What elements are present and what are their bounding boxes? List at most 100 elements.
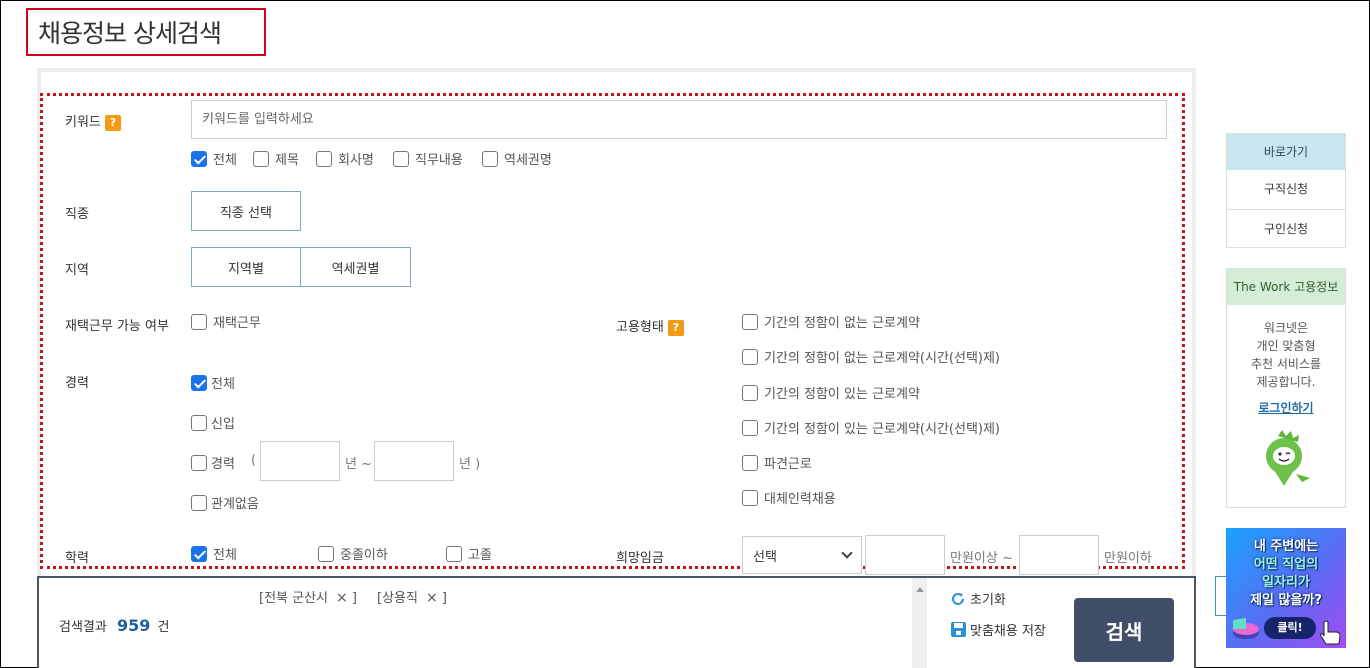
filter-tag-end: ] — [351, 591, 357, 606]
career-any-checkbox[interactable]: 관계없음 — [191, 493, 259, 512]
employment-label-text: 고용형태 — [616, 320, 664, 335]
shortcut-box: 바로가기 구직신청 구인신청 — [1226, 133, 1346, 248]
career-years-from-input[interactable] — [260, 441, 340, 481]
pointer-hand-icon — [1320, 620, 1341, 645]
filter-tag-label: [전북 군산시 — [259, 591, 329, 606]
checkbox-icon — [742, 348, 758, 365]
scope-title-checkbox[interactable]: 제목 — [253, 149, 316, 168]
career-years-to-input[interactable] — [374, 441, 454, 481]
checkbox-icon — [482, 150, 498, 167]
filter-tag-label: [상용직 — [377, 591, 418, 606]
job-type-select-button[interactable]: 직종 선택 — [191, 191, 301, 231]
job-type-label: 직종 — [65, 207, 89, 222]
checkbox-checked-icon — [191, 374, 207, 391]
scope-label: 전체 — [213, 153, 237, 168]
scope-company-checkbox[interactable]: 회사명 — [316, 149, 393, 168]
ad-click-button[interactable]: 클릭! — [1264, 617, 1316, 639]
result-count-value: 959 — [116, 616, 151, 635]
keyword-input[interactable] — [191, 100, 1167, 139]
checkbox-checked-icon — [191, 545, 207, 562]
checkbox-icon — [742, 489, 758, 506]
career-all-checkbox[interactable]: 전체 — [191, 373, 235, 392]
shortcut-employer-link[interactable]: 구인신청 — [1227, 209, 1345, 248]
thework-line: 개인 맞춤형 — [1256, 339, 1316, 353]
checkbox-checked-icon — [191, 150, 207, 167]
page-title-box: 채용정보 상세검색 — [26, 8, 266, 56]
checkbox-icon — [742, 384, 758, 401]
education-middle-checkbox[interactable]: 중졸이하 — [318, 544, 388, 563]
checkbox-icon — [253, 150, 269, 167]
scope-label: 회사명 — [338, 153, 374, 168]
pie-chart-icon — [1233, 618, 1259, 639]
employment-option-label: 대체인력채용 — [764, 492, 836, 507]
page-title: 채용정보 상세검색 — [38, 19, 222, 48]
scope-label: 역세권명 — [504, 153, 552, 168]
checkbox-icon — [191, 313, 207, 330]
education-option-label: 고졸 — [468, 548, 492, 563]
scope-station-checkbox[interactable]: 역세권명 — [482, 149, 552, 168]
checkbox-icon — [742, 454, 758, 471]
checkbox-icon — [191, 454, 207, 471]
thework-line: 제공합니다. — [1256, 375, 1316, 389]
salary-max-unit: 만원이하 — [1104, 551, 1152, 566]
checkbox-icon — [742, 419, 758, 436]
thework-title: The Work 고용정보 — [1227, 269, 1345, 305]
employment-option-checkbox[interactable]: 대체인력채용 — [742, 488, 836, 507]
employment-option-checkbox[interactable]: 기간의 정함이 없는 근로계약(시간(선택)제) — [742, 347, 1000, 366]
career-experienced-checkbox[interactable]: 경력 — [191, 453, 235, 472]
salary-max-input[interactable] — [1019, 535, 1099, 575]
employment-option-label: 기간의 정함이 없는 근로계약(시간(선택)제) — [764, 351, 1001, 366]
floating-tab-edge — [1215, 576, 1226, 616]
employment-option-label: 기간의 정함이 있는 근로계약 — [764, 387, 920, 402]
career-option-label: 신입 — [211, 417, 235, 432]
filter-tag: [상용직 × ] — [377, 587, 447, 606]
checkbox-icon — [318, 545, 334, 562]
login-link[interactable]: 로그인하기 — [1227, 399, 1345, 416]
remote-checkbox[interactable]: 재택근무 — [191, 312, 261, 331]
employment-option-checkbox[interactable]: 파견근로 — [742, 453, 812, 472]
filter-tag-end: ] — [441, 591, 447, 606]
remove-tag-icon[interactable]: × — [426, 590, 438, 606]
checkbox-icon — [446, 545, 462, 562]
employment-option-label: 파견근로 — [764, 457, 812, 472]
checkbox-icon — [191, 414, 207, 431]
checkbox-icon — [393, 150, 409, 167]
result-count-label: 검색결과 — [59, 620, 107, 635]
scroll-up-arrow-icon[interactable] — [916, 587, 924, 592]
employment-option-checkbox[interactable]: 기간의 정함이 없는 근로계약 — [742, 312, 920, 331]
remove-tag-icon[interactable]: × — [336, 590, 348, 606]
career-to-unit: 년 ) — [459, 457, 481, 472]
career-option-label: 경력 — [211, 457, 235, 472]
scope-duty-checkbox[interactable]: 직무내용 — [393, 149, 482, 168]
employment-option-label: 기간의 정함이 있는 근로계약(시간(선택)제) — [764, 422, 1001, 437]
employment-option-checkbox[interactable]: 기간의 정함이 있는 근로계약(시간(선택)제) — [742, 418, 1000, 437]
education-label: 학력 — [65, 551, 89, 566]
education-option-label: 중졸이하 — [340, 548, 388, 563]
remote-option-label: 재택근무 — [213, 316, 261, 331]
chevron-down-icon — [841, 547, 853, 559]
keyword-label-text: 키워드 — [65, 115, 101, 130]
shortcut-job-seeker-link[interactable]: 구직신청 — [1227, 170, 1345, 209]
education-all-checkbox[interactable]: 전체 — [191, 544, 237, 563]
keyword-scope-group: 전체 제목 회사명 직무내용 역세권명 — [191, 149, 552, 168]
career-range-open: ( — [251, 453, 257, 468]
search-button[interactable]: 검색 — [1074, 598, 1174, 662]
save-custom-search-button[interactable]: 맞춤채용 저장 — [951, 620, 1046, 639]
ad-banner[interactable]: 내 주변에는 어떤 직업의 일자리가 제일 많을까? 클릭! — [1226, 528, 1346, 648]
thework-line: 워크넷은 — [1263, 321, 1309, 335]
help-icon[interactable]: ? — [104, 114, 121, 131]
thework-box: The Work 고용정보 워크넷은 개인 맞춤형 추천 서비스를 제공합니다.… — [1226, 268, 1346, 508]
keyword-label: 키워드? — [65, 111, 121, 131]
career-new-checkbox[interactable]: 신입 — [191, 413, 235, 432]
reset-button[interactable]: 초기화 — [950, 589, 1006, 608]
career-from-unit: 년 ~ — [345, 457, 372, 472]
salary-min-input[interactable] — [865, 535, 945, 575]
education-high-checkbox[interactable]: 고졸 — [446, 544, 492, 563]
salary-type-select[interactable]: 선택 — [742, 536, 862, 574]
region-by-station-button[interactable]: 역세권별 — [300, 247, 411, 287]
ad-line: 내 주변에는 — [1253, 539, 1319, 554]
help-icon[interactable]: ? — [667, 319, 684, 336]
employment-option-checkbox[interactable]: 기간의 정함이 있는 근로계약 — [742, 383, 920, 402]
region-by-area-button[interactable]: 지역별 — [191, 247, 301, 287]
scope-all-checkbox[interactable]: 전체 — [191, 149, 253, 168]
